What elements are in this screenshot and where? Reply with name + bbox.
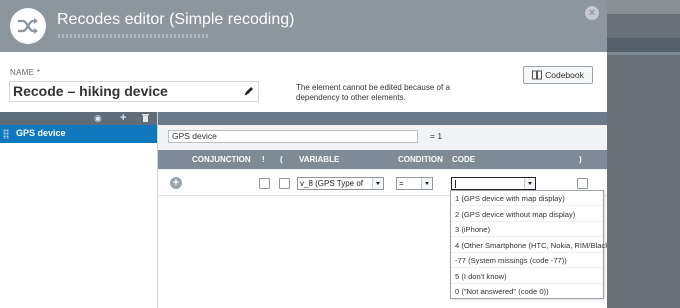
variable-select-value: v_8 (GPS Type of [300,179,363,188]
code-dropdown-list: 1 (GPS device with map display) 2 (GPS d… [450,190,607,299]
edit-lock-info: The element cannot be edited because of … [296,83,450,102]
variable-select[interactable]: v_8 (GPS Type of [297,177,384,190]
open-paren-checkbox[interactable] [279,178,290,189]
recodes-editor-dialog: Recodes editor (Simple recoding) × NAME … [0,0,607,308]
shuffle-icon [10,8,46,44]
recode-list-toolbar: ◉ + [0,112,157,125]
code-option[interactable]: 1 (GPS device with map display) [451,191,603,206]
col-condition: CONDITION [398,155,443,164]
condition-select[interactable]: = [396,177,433,190]
rule-panel-header [158,112,607,125]
dialog-title: Recodes editor (Simple recoding) [57,11,295,28]
code-option[interactable]: 4 (Other Smartphone (HTC, Nokia, RIM/Bla… [451,238,607,253]
code-option[interactable]: -77 (System missings (code -77)) [451,253,603,268]
condition-select-value: = [399,179,404,188]
title-decoration [58,34,208,38]
code-option[interactable]: 0 ("Not answered" (code 0)) [451,284,603,299]
code-option[interactable]: 3 (iPhone) [451,222,603,237]
col-not: ! [262,155,265,164]
recode-list [0,143,157,308]
background-bar [607,0,680,14]
eye-icon[interactable]: ◉ [94,113,102,124]
rule-name-input[interactable]: GPS device [168,130,418,143]
col-open-paren: ( [280,155,283,164]
col-variable: VARIABLE [299,155,340,164]
name-field[interactable]: Recode – hiking device [9,81,259,102]
close-paren-checkbox[interactable] [577,178,588,189]
codebook-icon [532,70,543,80]
condition-table-header: CONJUNCTION ! ( VARIABLE CONDITION CODE … [158,150,607,169]
text-cursor [455,180,456,188]
pencil-icon[interactable] [243,85,254,97]
background-bar [607,52,680,55]
col-close-paren: ) [579,155,582,164]
rule-result-code: = 1 [430,131,443,141]
code-option[interactable]: 5 (I don't know) [451,269,603,284]
plus-icon[interactable]: + [120,113,126,124]
chevron-down-icon [524,178,535,189]
chevron-down-icon [372,178,383,189]
dialog-header: Recodes editor (Simple recoding) × [0,0,607,52]
name-value: Recode – hiking device [13,83,168,99]
recode-list-item[interactable]: GPS device [0,125,157,143]
recode-item-label: GPS device [16,128,66,138]
close-button[interactable]: × [585,6,599,20]
add-condition-button[interactable]: + [170,177,182,189]
codebook-label: Codebook [545,70,584,80]
name-label: NAME * [10,68,41,77]
background-app [607,0,680,308]
code-select[interactable] [451,177,536,190]
codebook-button[interactable]: Codebook [523,66,593,84]
col-conjunction: CONJUNCTION [192,155,251,164]
not-checkbox[interactable] [259,178,270,189]
trash-icon[interactable] [142,113,149,125]
col-code: CODE [452,155,476,164]
code-option[interactable]: 2 (GPS device without map display) [451,207,603,222]
background-bar [607,38,680,52]
chevron-down-icon [421,178,432,189]
drag-handle-icon[interactable] [3,129,9,139]
